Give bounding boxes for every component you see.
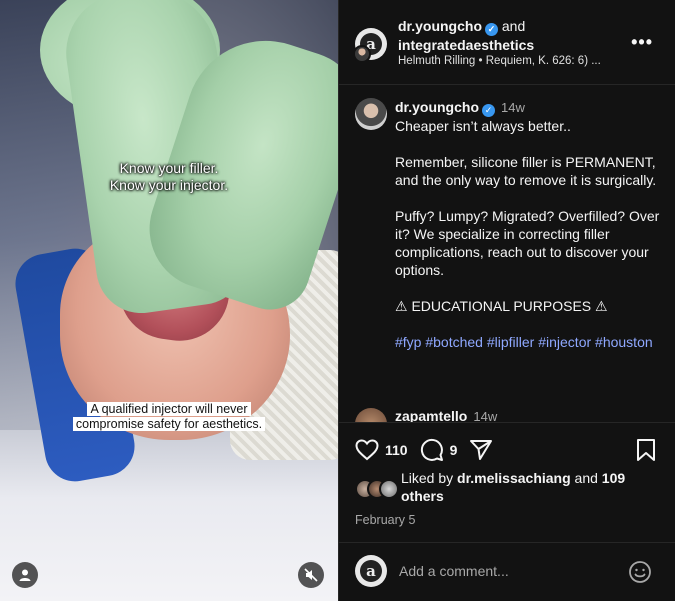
caption-time[interactable]: 14w xyxy=(501,100,525,115)
post-authors: dr.youngcho ✓ and integratedaesthetics xyxy=(398,17,534,54)
post-details-panel: a dr.youngcho ✓ and integratedaesthetics … xyxy=(338,0,675,601)
audio-track-link[interactable]: Helmuth Rilling • Requiem, K. 626: 6) ..… xyxy=(398,55,601,67)
speaker-muted-icon xyxy=(304,568,318,582)
comment-item: zapamtello 14w xyxy=(355,408,655,422)
tagged-users-button[interactable] xyxy=(12,562,38,588)
caption-line: Know your injector. xyxy=(109,177,229,193)
post-caption: dr.youngcho ✓ 14w Cheaper isn’t always bet… xyxy=(395,98,660,351)
liked-by-prefix: Liked by xyxy=(401,470,454,486)
post-media-video[interactable]: Know your filler. Know your injector. A … xyxy=(0,0,338,601)
comment-icon[interactable] xyxy=(420,438,444,462)
caption-text: ⚠ EDUCATIONAL PURPOSES ⚠ xyxy=(395,298,608,314)
caption-line: A qualified injector will never xyxy=(87,402,251,416)
caption-line: Know your filler. xyxy=(119,160,219,176)
comment-time[interactable]: 14w xyxy=(473,409,497,422)
comment-username[interactable]: zapamtello xyxy=(395,408,467,422)
video-caption-bottom: A qualified injector will never compromi… xyxy=(66,402,272,432)
hashtag-list: #fyp #botched #lipfiller #injector #hous… xyxy=(395,333,660,351)
comment-count[interactable]: 9 xyxy=(450,442,458,458)
hashtag-link[interactable]: #botched xyxy=(425,334,483,350)
liked-by-user[interactable]: dr.melissachiang xyxy=(457,470,571,486)
caption-text: Puffy? Lumpy? Migrated? Overfilled? Over… xyxy=(395,208,660,278)
verified-badge-icon: ✓ xyxy=(482,104,495,117)
avatar: a xyxy=(355,555,387,587)
comments-section: dr.youngcho ✓ 14w Cheaper isn’t always bet… xyxy=(339,86,675,422)
bookmark-icon[interactable] xyxy=(636,438,656,462)
caption-username[interactable]: dr.youngcho xyxy=(395,99,479,115)
mute-button[interactable] xyxy=(298,562,324,588)
and-text: and xyxy=(501,18,526,34)
comment-input[interactable] xyxy=(399,563,619,579)
avatar[interactable] xyxy=(353,45,371,63)
caption-line: compromise safety for aesthetics. xyxy=(72,417,266,431)
add-comment-bar: a xyxy=(339,542,675,601)
hashtag-link[interactable]: #fyp xyxy=(395,334,421,350)
liked-by-and: and xyxy=(574,470,598,486)
post-date[interactable]: February 5 xyxy=(355,513,415,527)
liked-by: Liked by dr.melissachiang and 109 others xyxy=(355,469,655,505)
user-icon xyxy=(19,569,31,581)
emoji-icon[interactable] xyxy=(628,560,652,584)
video-caption-top: Know your filler. Know your injector. xyxy=(0,160,338,194)
like-count[interactable]: 110 xyxy=(385,442,408,458)
author-username[interactable]: dr.youngcho xyxy=(398,18,482,34)
avatar[interactable] xyxy=(379,479,399,499)
caption-text: Remember, silicone filler is PERMANENT, … xyxy=(395,154,657,188)
avatar[interactable] xyxy=(355,408,387,422)
verified-badge-icon: ✓ xyxy=(485,23,498,36)
collaborator-username[interactable]: integratedaesthetics xyxy=(398,37,534,53)
post-header: a dr.youngcho ✓ and integratedaesthetics … xyxy=(339,0,675,85)
hashtag-link[interactable]: #injector xyxy=(538,334,591,350)
hashtag-link[interactable]: #houston xyxy=(595,334,653,350)
caption-text: Cheaper isn’t always better.. xyxy=(395,118,571,134)
share-icon[interactable] xyxy=(469,439,493,461)
avatar[interactable] xyxy=(355,98,387,130)
more-options-icon[interactable]: ••• xyxy=(631,32,653,53)
heart-icon[interactable] xyxy=(355,439,379,461)
hashtag-link[interactable]: #lipfiller xyxy=(487,334,534,350)
